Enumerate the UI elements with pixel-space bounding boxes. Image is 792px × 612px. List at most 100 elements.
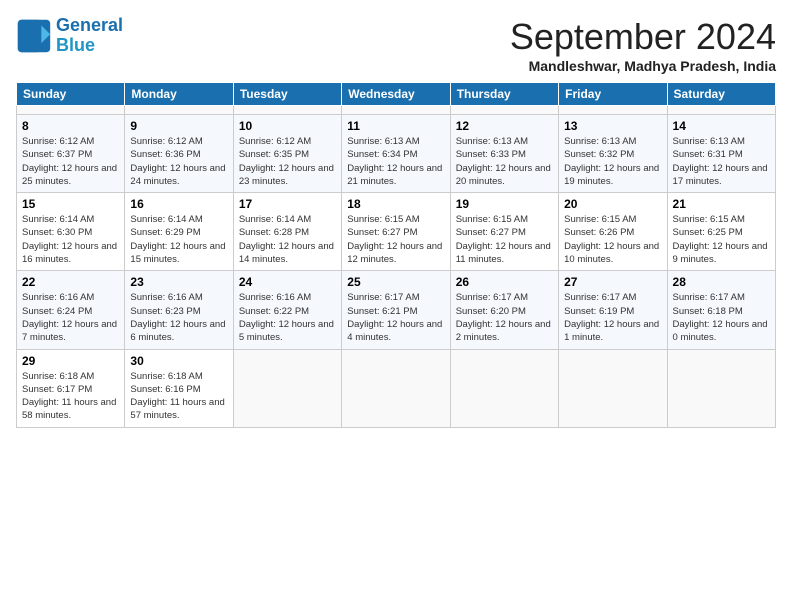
calendar-week-row: 8 Sunrise: 6:12 AM Sunset: 6:37 PM Dayli…: [17, 115, 776, 193]
sunrise: Sunrise: 6:15 AM: [347, 214, 419, 225]
day-info: Sunrise: 6:14 AM Sunset: 6:29 PM Dayligh…: [130, 213, 227, 266]
sunrise: Sunrise: 6:13 AM: [456, 136, 528, 147]
calendar-body: 8 Sunrise: 6:12 AM Sunset: 6:37 PM Dayli…: [17, 106, 776, 428]
day-number: 8: [22, 119, 119, 133]
daylight: Daylight: 12 hours and 14 minutes.: [239, 241, 334, 265]
calendar-day-cell: 16 Sunrise: 6:14 AM Sunset: 6:29 PM Dayl…: [125, 193, 233, 271]
sunset: Sunset: 6:35 PM: [239, 149, 309, 160]
sunrise: Sunrise: 6:18 AM: [22, 371, 94, 382]
sunrise: Sunrise: 6:14 AM: [130, 214, 202, 225]
daylight: Daylight: 12 hours and 21 minutes.: [347, 163, 442, 187]
sunrise: Sunrise: 6:13 AM: [673, 136, 745, 147]
sunrise: Sunrise: 6:15 AM: [456, 214, 528, 225]
logo-text: General Blue: [56, 16, 123, 56]
daylight: Daylight: 12 hours and 0 minutes.: [673, 319, 768, 343]
day-number: 28: [673, 275, 770, 289]
weekday-header-cell: Friday: [559, 83, 667, 106]
day-number: 25: [347, 275, 444, 289]
calendar-week-row: 29 Sunrise: 6:18 AM Sunset: 6:17 PM Dayl…: [17, 349, 776, 427]
sunrise: Sunrise: 6:16 AM: [239, 292, 311, 303]
sunrise: Sunrise: 6:17 AM: [456, 292, 528, 303]
daylight: Daylight: 12 hours and 10 minutes.: [564, 241, 659, 265]
day-info: Sunrise: 6:18 AM Sunset: 6:17 PM Dayligh…: [22, 370, 119, 423]
page-header: General Blue September 2024 Mandleshwar,…: [16, 16, 776, 74]
calendar-empty-cell: [450, 349, 558, 427]
calendar-empty-cell: [667, 106, 775, 115]
sunset: Sunset: 6:30 PM: [22, 227, 92, 238]
daylight: Daylight: 12 hours and 4 minutes.: [347, 319, 442, 343]
day-info: Sunrise: 6:15 AM Sunset: 6:27 PM Dayligh…: [456, 213, 553, 266]
sunset: Sunset: 6:18 PM: [673, 306, 743, 317]
day-info: Sunrise: 6:17 AM Sunset: 6:18 PM Dayligh…: [673, 291, 770, 344]
sunset: Sunset: 6:17 PM: [22, 384, 92, 395]
calendar-day-cell: 14 Sunrise: 6:13 AM Sunset: 6:31 PM Dayl…: [667, 115, 775, 193]
sunrise: Sunrise: 6:12 AM: [22, 136, 94, 147]
calendar-day-cell: 24 Sunrise: 6:16 AM Sunset: 6:22 PM Dayl…: [233, 271, 341, 349]
daylight: Daylight: 12 hours and 5 minutes.: [239, 319, 334, 343]
daylight: Daylight: 12 hours and 12 minutes.: [347, 241, 442, 265]
sunset: Sunset: 6:29 PM: [130, 227, 200, 238]
calendar-empty-cell: [450, 106, 558, 115]
sunset: Sunset: 6:28 PM: [239, 227, 309, 238]
daylight: Daylight: 12 hours and 11 minutes.: [456, 241, 551, 265]
weekday-header-cell: Saturday: [667, 83, 775, 106]
day-number: 18: [347, 197, 444, 211]
daylight: Daylight: 12 hours and 25 minutes.: [22, 163, 117, 187]
day-number: 20: [564, 197, 661, 211]
calendar-empty-cell: [233, 106, 341, 115]
month-title: September 2024: [510, 16, 776, 58]
sunset: Sunset: 6:20 PM: [456, 306, 526, 317]
day-info: Sunrise: 6:12 AM Sunset: 6:35 PM Dayligh…: [239, 135, 336, 188]
calendar-header-row: SundayMondayTuesdayWednesdayThursdayFrid…: [17, 83, 776, 106]
sunrise: Sunrise: 6:15 AM: [673, 214, 745, 225]
day-info: Sunrise: 6:12 AM Sunset: 6:36 PM Dayligh…: [130, 135, 227, 188]
calendar-day-cell: 15 Sunrise: 6:14 AM Sunset: 6:30 PM Dayl…: [17, 193, 125, 271]
day-number: 15: [22, 197, 119, 211]
calendar-day-cell: 21 Sunrise: 6:15 AM Sunset: 6:25 PM Dayl…: [667, 193, 775, 271]
weekday-header-cell: Thursday: [450, 83, 558, 106]
sunrise: Sunrise: 6:17 AM: [564, 292, 636, 303]
day-info: Sunrise: 6:15 AM Sunset: 6:27 PM Dayligh…: [347, 213, 444, 266]
sunrise: Sunrise: 6:14 AM: [239, 214, 311, 225]
sunset: Sunset: 6:27 PM: [347, 227, 417, 238]
calendar-empty-cell: [342, 106, 450, 115]
sunset: Sunset: 6:33 PM: [456, 149, 526, 160]
sunrise: Sunrise: 6:17 AM: [347, 292, 419, 303]
calendar-day-cell: 22 Sunrise: 6:16 AM Sunset: 6:24 PM Dayl…: [17, 271, 125, 349]
day-info: Sunrise: 6:16 AM Sunset: 6:24 PM Dayligh…: [22, 291, 119, 344]
day-info: Sunrise: 6:13 AM Sunset: 6:33 PM Dayligh…: [456, 135, 553, 188]
calendar-empty-cell: [559, 349, 667, 427]
day-number: 21: [673, 197, 770, 211]
sunrise: Sunrise: 6:16 AM: [130, 292, 202, 303]
calendar-week-row: 15 Sunrise: 6:14 AM Sunset: 6:30 PM Dayl…: [17, 193, 776, 271]
daylight: Daylight: 12 hours and 6 minutes.: [130, 319, 225, 343]
sunset: Sunset: 6:24 PM: [22, 306, 92, 317]
sunset: Sunset: 6:21 PM: [347, 306, 417, 317]
daylight: Daylight: 12 hours and 16 minutes.: [22, 241, 117, 265]
calendar-day-cell: 13 Sunrise: 6:13 AM Sunset: 6:32 PM Dayl…: [559, 115, 667, 193]
title-area: September 2024 Mandleshwar, Madhya Prade…: [510, 16, 776, 74]
day-number: 17: [239, 197, 336, 211]
day-number: 19: [456, 197, 553, 211]
daylight: Daylight: 12 hours and 24 minutes.: [130, 163, 225, 187]
sunset: Sunset: 6:23 PM: [130, 306, 200, 317]
calendar-empty-cell: [342, 349, 450, 427]
weekday-header-cell: Tuesday: [233, 83, 341, 106]
sunset: Sunset: 6:26 PM: [564, 227, 634, 238]
day-info: Sunrise: 6:17 AM Sunset: 6:21 PM Dayligh…: [347, 291, 444, 344]
calendar-table: SundayMondayTuesdayWednesdayThursdayFrid…: [16, 82, 776, 428]
day-number: 27: [564, 275, 661, 289]
calendar-day-cell: 9 Sunrise: 6:12 AM Sunset: 6:36 PM Dayli…: [125, 115, 233, 193]
sunset: Sunset: 6:19 PM: [564, 306, 634, 317]
weekday-header-cell: Monday: [125, 83, 233, 106]
calendar-day-cell: 8 Sunrise: 6:12 AM Sunset: 6:37 PM Dayli…: [17, 115, 125, 193]
daylight: Daylight: 12 hours and 20 minutes.: [456, 163, 551, 187]
daylight: Daylight: 12 hours and 2 minutes.: [456, 319, 551, 343]
sunrise: Sunrise: 6:13 AM: [347, 136, 419, 147]
day-number: 12: [456, 119, 553, 133]
daylight: Daylight: 12 hours and 19 minutes.: [564, 163, 659, 187]
calendar-day-cell: 30 Sunrise: 6:18 AM Sunset: 6:16 PM Dayl…: [125, 349, 233, 427]
weekday-header-cell: Sunday: [17, 83, 125, 106]
daylight: Daylight: 12 hours and 1 minute.: [564, 319, 659, 343]
daylight: Daylight: 12 hours and 17 minutes.: [673, 163, 768, 187]
